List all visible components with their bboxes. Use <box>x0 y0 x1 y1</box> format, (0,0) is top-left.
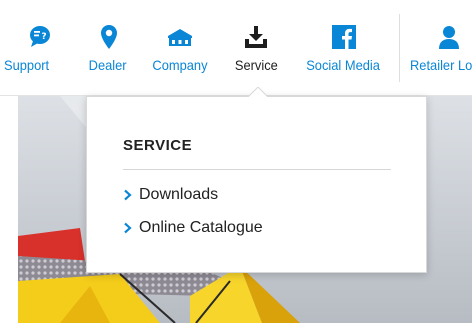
svg-text:?: ? <box>41 32 46 42</box>
dropdown-divider <box>123 169 391 170</box>
nav-label-support: Support <box>4 57 50 73</box>
nav-divider <box>399 14 400 82</box>
top-navigation: ? Support Dealer Company Service Social … <box>0 0 472 96</box>
page: ? Support Dealer Company Service Social … <box>0 0 472 323</box>
user-icon <box>434 24 464 50</box>
chevron-right-icon <box>123 222 133 234</box>
nav-label-retailer-login: Retailer Lo <box>410 57 472 73</box>
dropdown-title: SERVICE <box>123 137 193 154</box>
building-icon <box>165 24 195 50</box>
nav-item-retailer-login[interactable]: Retailer Lo <box>406 0 472 96</box>
menu-item-downloads[interactable]: Downloads <box>123 186 218 204</box>
nav-item-service[interactable]: Service <box>226 0 286 96</box>
chat-question-icon: ? <box>25 24 55 50</box>
left-margin <box>0 96 18 323</box>
nav-item-social-media[interactable]: Social Media <box>300 0 388 96</box>
nav-label-dealer: Dealer <box>88 57 127 73</box>
menu-item-label: Online Catalogue <box>139 219 263 236</box>
nav-label-company: Company <box>152 57 208 73</box>
nav-label-service: Service <box>234 57 278 73</box>
facebook-icon <box>329 24 359 50</box>
map-pin-icon <box>94 24 124 50</box>
menu-item-label: Downloads <box>139 186 219 203</box>
nav-item-company[interactable]: Company <box>146 0 216 96</box>
nav-item-support[interactable]: ? Support <box>4 0 70 96</box>
nav-item-dealer[interactable]: Dealer <box>82 0 136 96</box>
chevron-right-icon <box>123 189 133 201</box>
menu-item-online-catalogue[interactable]: Online Catalogue <box>123 219 263 237</box>
dropdown-caret <box>248 87 268 97</box>
download-tray-icon <box>241 24 271 50</box>
nav-label-social-media: Social Media <box>306 57 380 73</box>
service-dropdown-menu: SERVICE Downloads Online Catalogue <box>86 96 427 273</box>
